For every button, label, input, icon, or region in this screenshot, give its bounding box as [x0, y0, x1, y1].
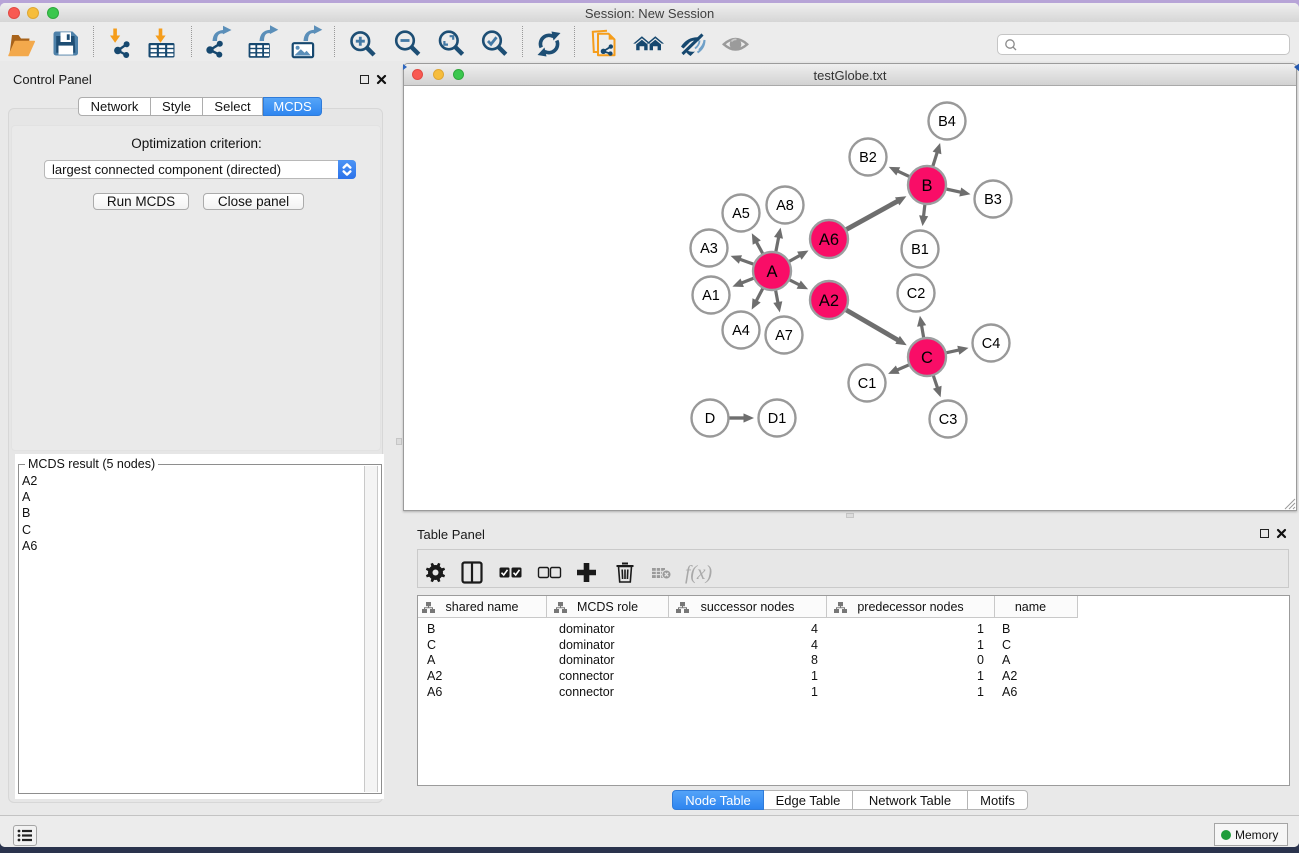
svg-text:A: A	[766, 263, 777, 281]
svg-text:A5: A5	[732, 206, 750, 222]
svg-text:B1: B1	[911, 242, 929, 258]
svg-text:C2: C2	[907, 286, 926, 302]
svg-text:A8: A8	[776, 198, 794, 214]
svg-text:C: C	[921, 349, 933, 367]
svg-text:C1: C1	[858, 376, 877, 392]
svg-text:D1: D1	[768, 411, 787, 427]
svg-text:A3: A3	[700, 241, 718, 257]
svg-text:A2: A2	[819, 292, 839, 310]
svg-text:B3: B3	[984, 192, 1002, 208]
svg-text:C4: C4	[982, 336, 1001, 352]
svg-text:D: D	[705, 411, 715, 427]
svg-text:B: B	[921, 177, 932, 195]
svg-text:A1: A1	[702, 288, 720, 304]
svg-text:A6: A6	[819, 231, 839, 249]
svg-text:A7: A7	[775, 328, 793, 344]
svg-text:f(x): f(x)	[685, 563, 712, 584]
svg-text:C3: C3	[939, 412, 958, 428]
svg-text:B2: B2	[859, 150, 877, 166]
svg-text:A4: A4	[732, 323, 750, 339]
svg-text:B4: B4	[938, 114, 956, 130]
